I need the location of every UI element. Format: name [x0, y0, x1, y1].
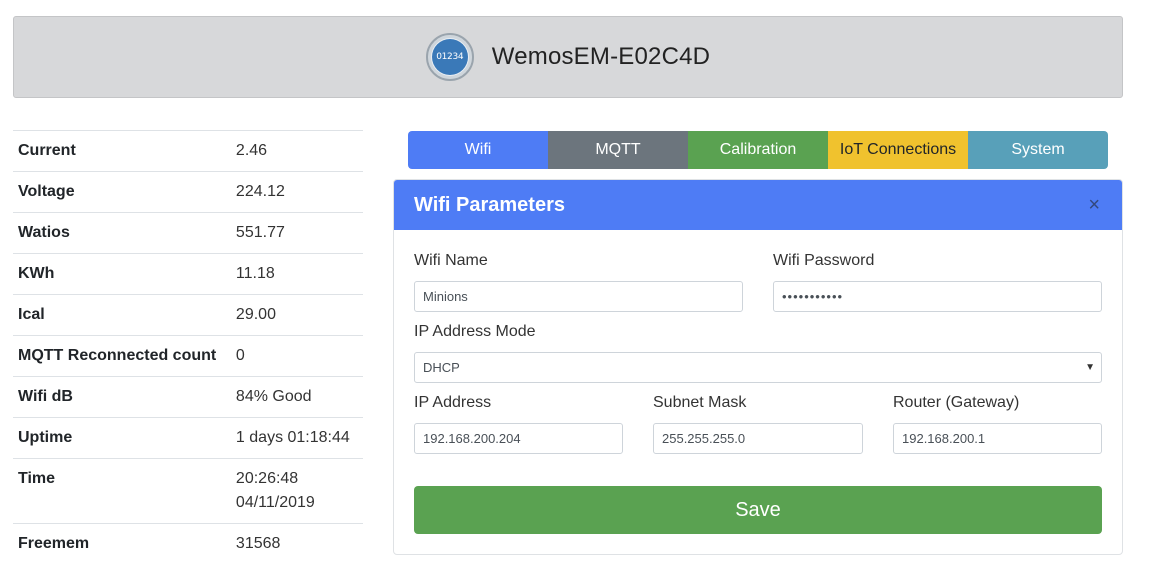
stat-value: 11.18 [235, 265, 275, 282]
stat-key: Time [18, 470, 56, 487]
stat-value: 2.46 [235, 142, 268, 159]
table-row: Watios 551.77 [13, 212, 363, 254]
subnet-mask-input[interactable]: 255.255.255.0 [653, 423, 863, 454]
wifi-parameters-panel: Wifi Parameters × Wifi Name Minions Wifi… [393, 179, 1123, 555]
stat-value: 224.12 [235, 183, 285, 200]
stat-value: 29.00 [235, 306, 276, 323]
stat-value: 84% Good [235, 388, 312, 405]
stat-key: MQTT Reconnected count [18, 347, 217, 364]
wifi-password-input[interactable]: ••••••••••• [773, 281, 1102, 312]
ip-mode-select[interactable]: DHCP ▼ [414, 352, 1102, 383]
ip-mode-label: IP Address Mode [414, 323, 536, 340]
table-row: Voltage 224.12 [13, 171, 363, 213]
logo-display: 01234 [431, 39, 468, 75]
app-header: 01234 WemosEM-E02C4D [13, 16, 1123, 98]
stat-key: Watios [18, 224, 70, 241]
router-gateway-input[interactable]: 192.168.200.1 [893, 423, 1102, 454]
save-button[interactable]: Save [414, 486, 1102, 534]
table-row: KWh 11.18 [13, 253, 363, 295]
router-gateway-label: Router (Gateway) [893, 394, 1020, 411]
table-row: Freemem 31568 [13, 523, 363, 565]
table-row: Current 2.46 [13, 130, 363, 172]
tab-mqtt[interactable]: MQTT [548, 131, 688, 169]
stat-key: KWh [18, 265, 55, 282]
device-logo-icon: 01234 [425, 33, 474, 81]
table-row: Uptime 1 days 01:18:44 [13, 417, 363, 459]
table-row: Wifi dB 84% Good [13, 376, 363, 418]
stat-key: Freemem [18, 535, 90, 552]
wifi-password-label: Wifi Password [773, 252, 875, 269]
stat-value: 0 [235, 347, 245, 364]
tab-bar: Wifi MQTT Calibration IoT Connections Sy… [408, 131, 1108, 169]
tab-system[interactable]: System [968, 131, 1108, 169]
table-row: MQTT Reconnected count 0 [13, 335, 363, 377]
stat-key: Ical [18, 306, 45, 323]
device-name: WemosEM-E02C4D [491, 43, 711, 70]
close-icon[interactable]: × [1088, 194, 1100, 217]
stat-key: Uptime [18, 429, 73, 446]
panel-title: Wifi Parameters [414, 193, 565, 216]
chevron-down-icon: ▼ [1085, 362, 1095, 373]
wifi-name-label: Wifi Name [414, 252, 488, 269]
stat-key: Current [18, 142, 76, 159]
stats-table: Current 2.46 Voltage 224.12 Watios 551.77 K… [13, 130, 363, 564]
tab-iot-connections[interactable]: IoT Connections [828, 131, 968, 169]
stat-value: 20:26:48 04/11/2019 [235, 470, 315, 511]
table-row: Time 20:26:48 04/11/2019 [13, 458, 363, 524]
stat-value: 1 days 01:18:44 [235, 429, 350, 446]
ip-address-input[interactable]: 192.168.200.204 [414, 423, 623, 454]
ip-address-label: IP Address [414, 394, 492, 411]
stat-value: 551.77 [235, 224, 285, 241]
ip-mode-value: DHCP [423, 360, 460, 375]
tab-wifi[interactable]: Wifi [408, 131, 548, 169]
table-row: Ical 29.00 [13, 294, 363, 336]
subnet-mask-label: Subnet Mask [653, 394, 747, 411]
panel-header: Wifi Parameters × [394, 180, 1122, 230]
stat-value: 31568 [235, 535, 281, 552]
stat-key: Wifi dB [18, 388, 73, 405]
stat-key: Voltage [18, 183, 75, 200]
tab-calibration[interactable]: Calibration [688, 131, 828, 169]
wifi-name-input[interactable]: Minions [414, 281, 743, 312]
